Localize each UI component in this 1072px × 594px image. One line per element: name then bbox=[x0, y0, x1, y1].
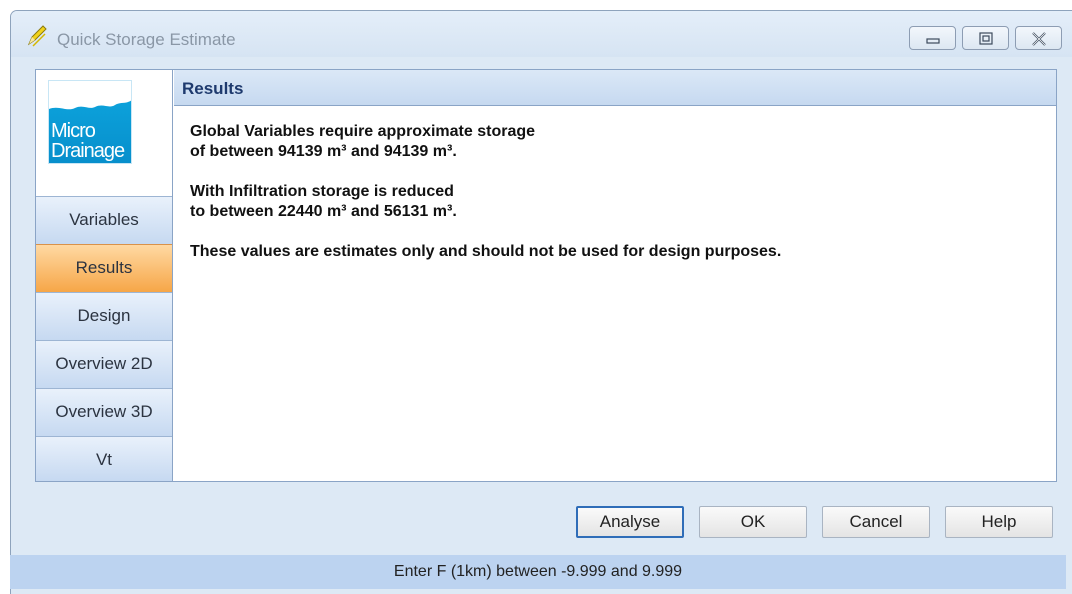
content-title: Results bbox=[182, 79, 244, 98]
nav-results[interactable]: Results bbox=[36, 244, 172, 292]
cloud-icon bbox=[49, 81, 131, 110]
infiltration-text: With Infiltration storage is reduced to … bbox=[190, 182, 457, 222]
restore-icon bbox=[979, 32, 993, 45]
logo-line-2: Drainage bbox=[51, 140, 125, 162]
nav-overview-3d[interactable]: Overview 3D bbox=[36, 388, 172, 436]
minimize-icon bbox=[926, 38, 940, 44]
results-content: Results Global Variables require approxi… bbox=[174, 70, 1056, 481]
main-panel: Micro Drainage Variables Results Design … bbox=[35, 69, 1057, 482]
storage-line-2: of between 94139 m³ and 94139 m³. bbox=[190, 143, 457, 160]
sidebar: Micro Drainage Variables Results Design … bbox=[36, 70, 173, 481]
status-bar: Enter F (1km) between -9.999 and 9.999 bbox=[10, 555, 1066, 589]
storage-estimate-text: Global Variables require approximate sto… bbox=[190, 122, 535, 162]
analyse-button[interactable]: Analyse bbox=[576, 506, 684, 538]
disclaimer-line: These values are estimates only and shou… bbox=[190, 243, 782, 260]
ok-button[interactable]: OK bbox=[699, 506, 807, 538]
micro-drainage-logo: Micro Drainage bbox=[48, 80, 132, 164]
content-header: Results bbox=[174, 70, 1056, 106]
cancel-button[interactable]: Cancel bbox=[822, 506, 930, 538]
close-icon bbox=[1032, 32, 1046, 46]
nav-design[interactable]: Design bbox=[36, 292, 172, 340]
logo-line-1: Micro bbox=[51, 120, 96, 142]
dialog-window: Quick Storage Estimate Micro Drainage Va… bbox=[10, 10, 1072, 594]
window-title: Quick Storage Estimate bbox=[57, 30, 236, 49]
storage-line-1: Global Variables require approximate sto… bbox=[190, 123, 536, 140]
help-button[interactable]: Help bbox=[945, 506, 1053, 538]
disclaimer-text: These values are estimates only and shou… bbox=[190, 242, 781, 262]
infiltration-line-1: With Infiltration storage is reduced bbox=[190, 183, 454, 200]
logo-area: Micro Drainage bbox=[36, 70, 172, 196]
nav-vt[interactable]: Vt bbox=[36, 436, 172, 481]
infiltration-line-2: to between 22440 m³ and 56131 m³. bbox=[190, 203, 457, 220]
nav-variables[interactable]: Variables bbox=[36, 196, 172, 244]
nav-overview-2d[interactable]: Overview 2D bbox=[36, 340, 172, 388]
title-bar[interactable]: Quick Storage Estimate bbox=[11, 11, 1072, 57]
close-button[interactable] bbox=[1015, 26, 1062, 50]
maximize-button[interactable] bbox=[962, 26, 1009, 50]
minimize-button[interactable] bbox=[909, 26, 956, 50]
pencil-icon bbox=[27, 25, 47, 47]
